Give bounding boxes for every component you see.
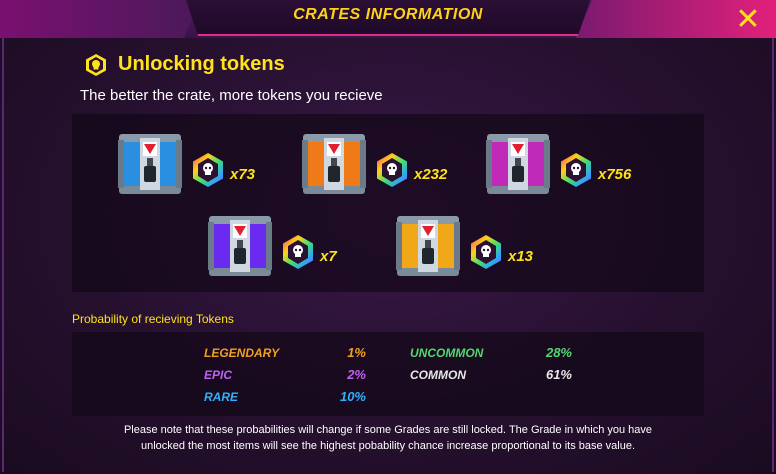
prob-value-uncommon: 28% <box>545 345 572 360</box>
token-icon <box>560 152 592 188</box>
prob-value-epic: 2% <box>347 367 366 382</box>
crate-rare <box>116 130 184 198</box>
token-icon <box>376 152 408 188</box>
probability-note: Please note that these probabilities wil… <box>72 422 704 454</box>
token-icon <box>470 234 502 270</box>
section-title: Unlocking tokens <box>118 53 285 75</box>
token-icon <box>192 152 224 188</box>
probability-title: Probability of recieving Tokens <box>72 312 234 326</box>
crate-epic <box>484 130 552 198</box>
prob-label-rare: RARE <box>204 390 239 404</box>
prob-value-legendary: 1% <box>347 345 366 360</box>
crate-purple <box>206 212 274 280</box>
note-line-2: unlocked the most items will see the hig… <box>140 440 636 452</box>
prob-value-common: 61% <box>545 367 572 382</box>
prob-label-legendary: LEGENDARY <box>204 346 280 360</box>
header-left-accent <box>0 0 200 38</box>
token-count-rare: x73 <box>230 166 256 183</box>
token-badge-icon <box>86 54 106 76</box>
token-count-legendary: x232 <box>414 166 448 183</box>
token-count-epic: x756 <box>598 166 632 183</box>
crate-legendary <box>300 130 368 198</box>
prob-label-epic: EPIC <box>204 368 233 382</box>
crate-gold <box>394 212 462 280</box>
section-subtitle: The better the crate, more tokens you re… <box>80 87 383 104</box>
prob-label-common: COMMON <box>410 368 466 382</box>
token-icon <box>282 234 314 270</box>
page-title: CRATES INFORMATION <box>293 6 483 23</box>
prob-label-uncommon: UNCOMMON <box>410 346 484 360</box>
token-count-gold: x13 <box>508 248 534 265</box>
note-line-1: Please note that these probabilities wil… <box>123 424 653 436</box>
prob-value-rare: 10% <box>339 389 366 404</box>
probability-panel <box>72 332 704 416</box>
token-count-purple: x7 <box>320 248 337 265</box>
close-icon[interactable]: ✕ <box>732 5 764 35</box>
